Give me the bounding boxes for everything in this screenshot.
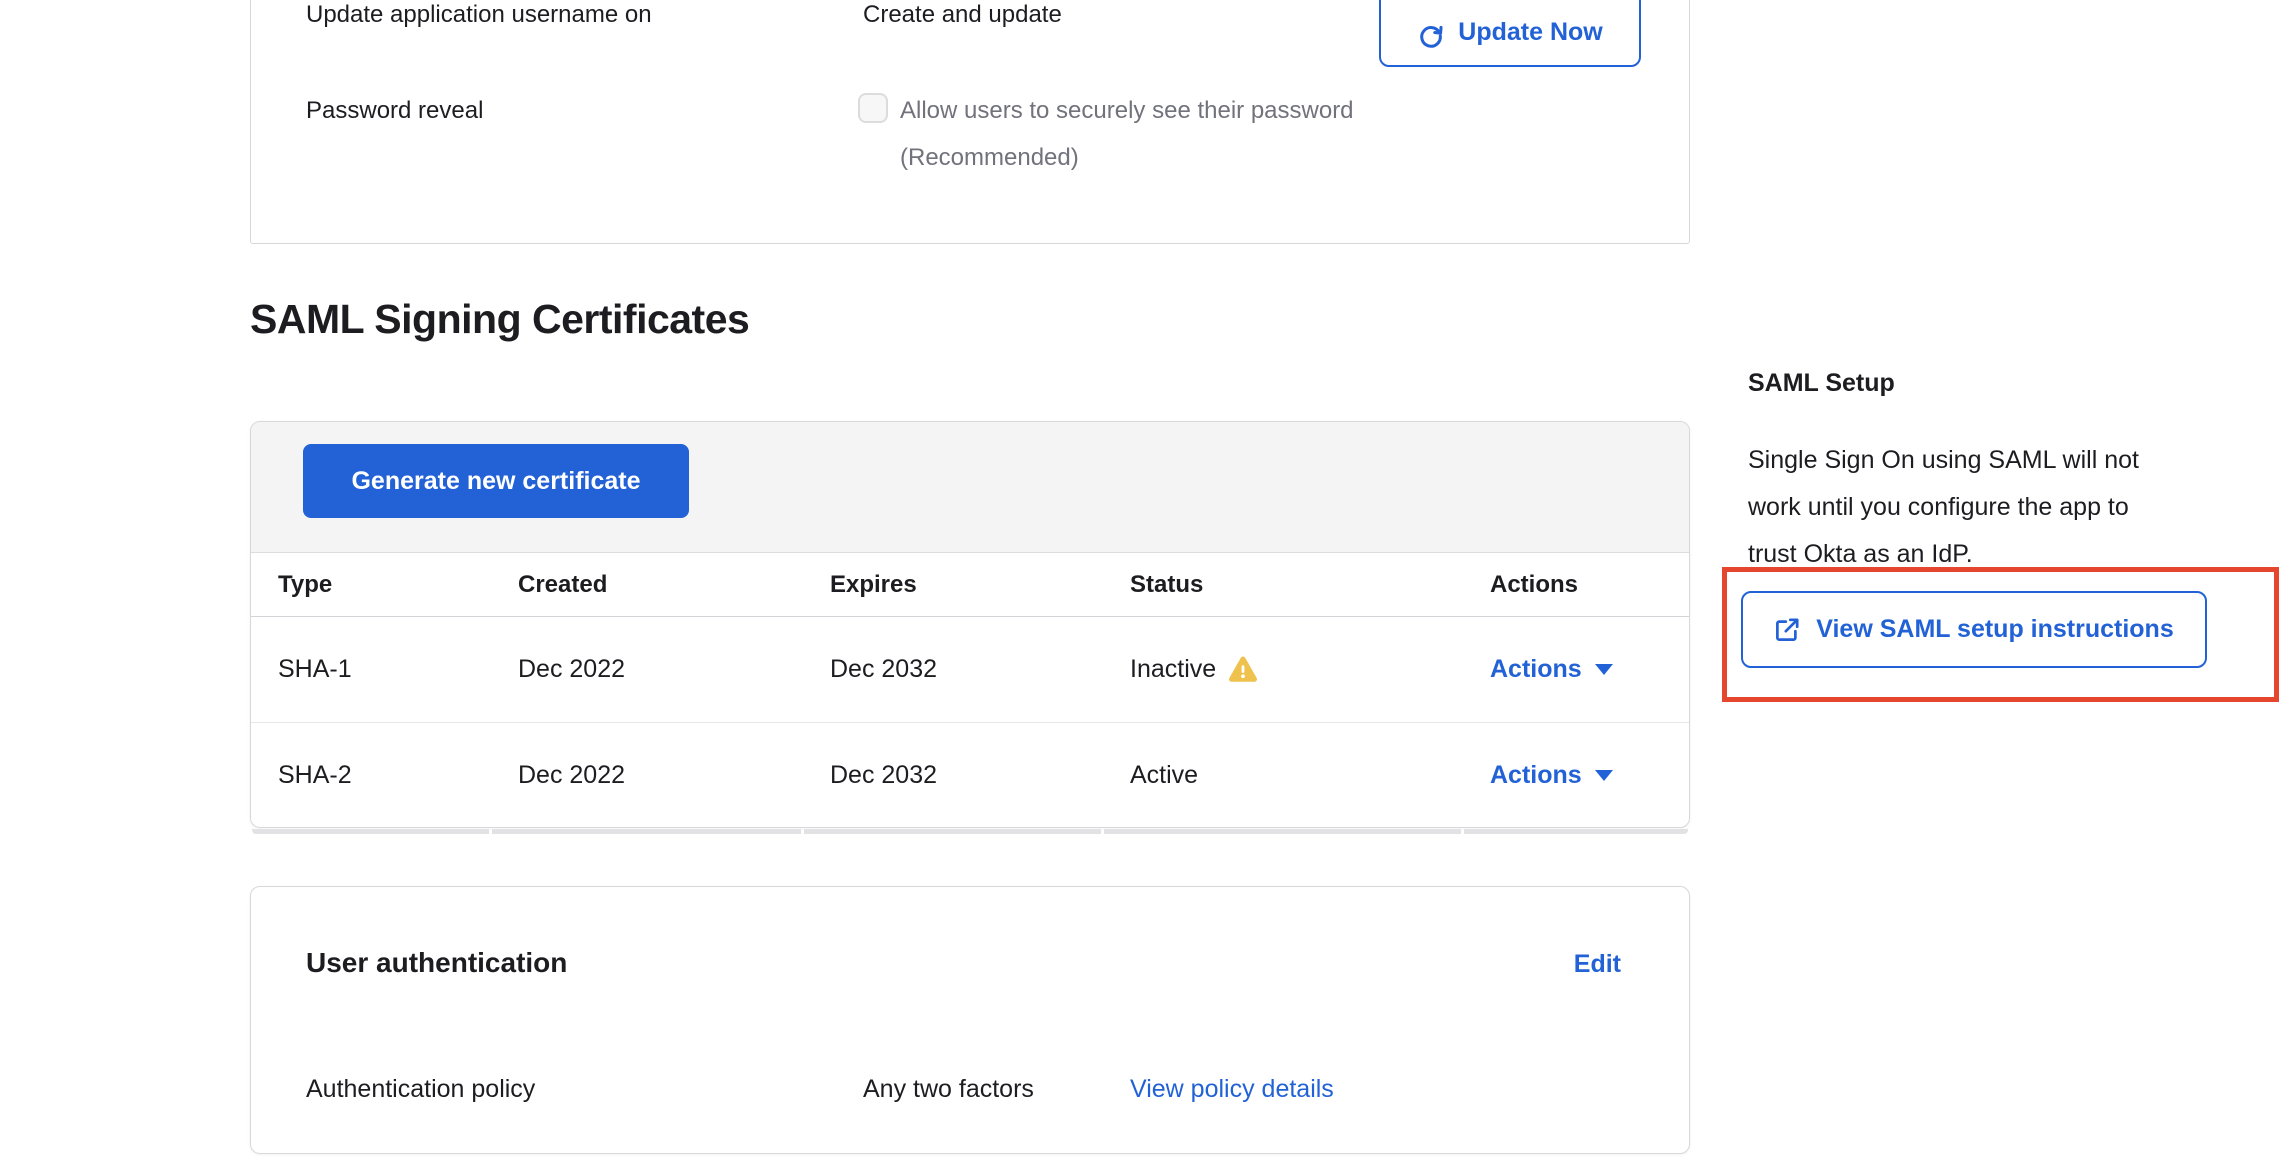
update-now-label: Update Now <box>1458 18 1602 47</box>
saml-setup-description: Single Sign On using SAML will not work … <box>1748 437 2139 578</box>
password-reveal-description-line2: (Recommended) <box>900 144 1079 172</box>
authentication-policy-value: Any two factors <box>863 1075 1034 1104</box>
edit-link[interactable]: Edit <box>1574 950 1621 979</box>
status-text: Inactive <box>1130 655 1216 684</box>
view-policy-details-link[interactable]: View policy details <box>1130 1075 1334 1104</box>
user-authentication-card: User authentication Edit Authentication … <box>250 886 1690 1154</box>
description-line: work until you configure the app to <box>1748 484 2139 531</box>
refresh-icon <box>1417 22 1445 50</box>
saml-setup-title: SAML Setup <box>1748 369 1895 398</box>
actions-label: Actions <box>1490 761 1582 790</box>
caret-down-icon <box>1595 664 1613 675</box>
column-header-created: Created <box>491 571 803 599</box>
saml-instructions-label: View SAML setup instructions <box>1816 615 2173 644</box>
warning-icon <box>1228 655 1258 685</box>
page-title: SAML Signing Certificates <box>250 296 749 343</box>
cell-type: SHA-1 <box>251 655 491 684</box>
app-settings-card: Update application username on Create an… <box>250 0 1690 244</box>
actions-dropdown-sha1[interactable]: Actions <box>1490 655 1689 684</box>
description-line: Single Sign On using SAML will not <box>1748 437 2139 484</box>
certificates-toolbar: Generate new certificate <box>251 422 1689 553</box>
caret-down-icon <box>1595 770 1613 781</box>
cell-created: Dec 2022 <box>491 655 803 684</box>
cell-expires: Dec 2032 <box>803 761 1103 790</box>
cell-status: Inactive <box>1103 655 1463 685</box>
certificates-table-header: Type Created Expires Status Actions <box>251 553 1689 617</box>
actions-label: Actions <box>1490 655 1582 684</box>
cell-status: Active <box>1103 761 1463 790</box>
username-update-label: Update application username on <box>306 1 652 29</box>
password-reveal-description-line1: Allow users to securely see their passwo… <box>900 97 1354 125</box>
saml-certificates-panel: Generate new certificate Type Created Ex… <box>250 421 1690 828</box>
column-header-type: Type <box>251 571 491 599</box>
column-header-status: Status <box>1103 571 1463 599</box>
actions-dropdown-sha2[interactable]: Actions <box>1490 761 1689 790</box>
column-header-expires: Expires <box>803 571 1103 599</box>
authentication-policy-label: Authentication policy <box>306 1075 535 1104</box>
annotation-highlight-box: View SAML setup instructions <box>1722 567 2279 702</box>
update-now-button[interactable]: Update Now <box>1379 0 1641 67</box>
generate-new-certificate-button[interactable]: Generate new certificate <box>303 444 689 518</box>
external-link-icon <box>1774 616 1801 643</box>
table-row-sha2: SHA-2 Dec 2022 Dec 2032 Active Actions <box>251 722 1689 827</box>
status-text: Active <box>1130 761 1198 790</box>
cell-created: Dec 2022 <box>491 761 803 790</box>
cell-expires: Dec 2032 <box>803 655 1103 684</box>
cell-type: SHA-2 <box>251 761 491 790</box>
username-update-value: Create and update <box>863 1 1062 29</box>
view-saml-setup-instructions-button[interactable]: View SAML setup instructions <box>1741 591 2207 668</box>
table-row-sha1: SHA-1 Dec 2022 Dec 2032 Inactive Actions <box>251 617 1689 722</box>
user-authentication-title: User authentication <box>306 947 567 979</box>
password-reveal-label: Password reveal <box>306 97 483 125</box>
column-header-actions: Actions <box>1463 571 1689 599</box>
password-reveal-checkbox[interactable] <box>858 93 888 123</box>
table-bottom-shadow <box>252 829 1688 834</box>
